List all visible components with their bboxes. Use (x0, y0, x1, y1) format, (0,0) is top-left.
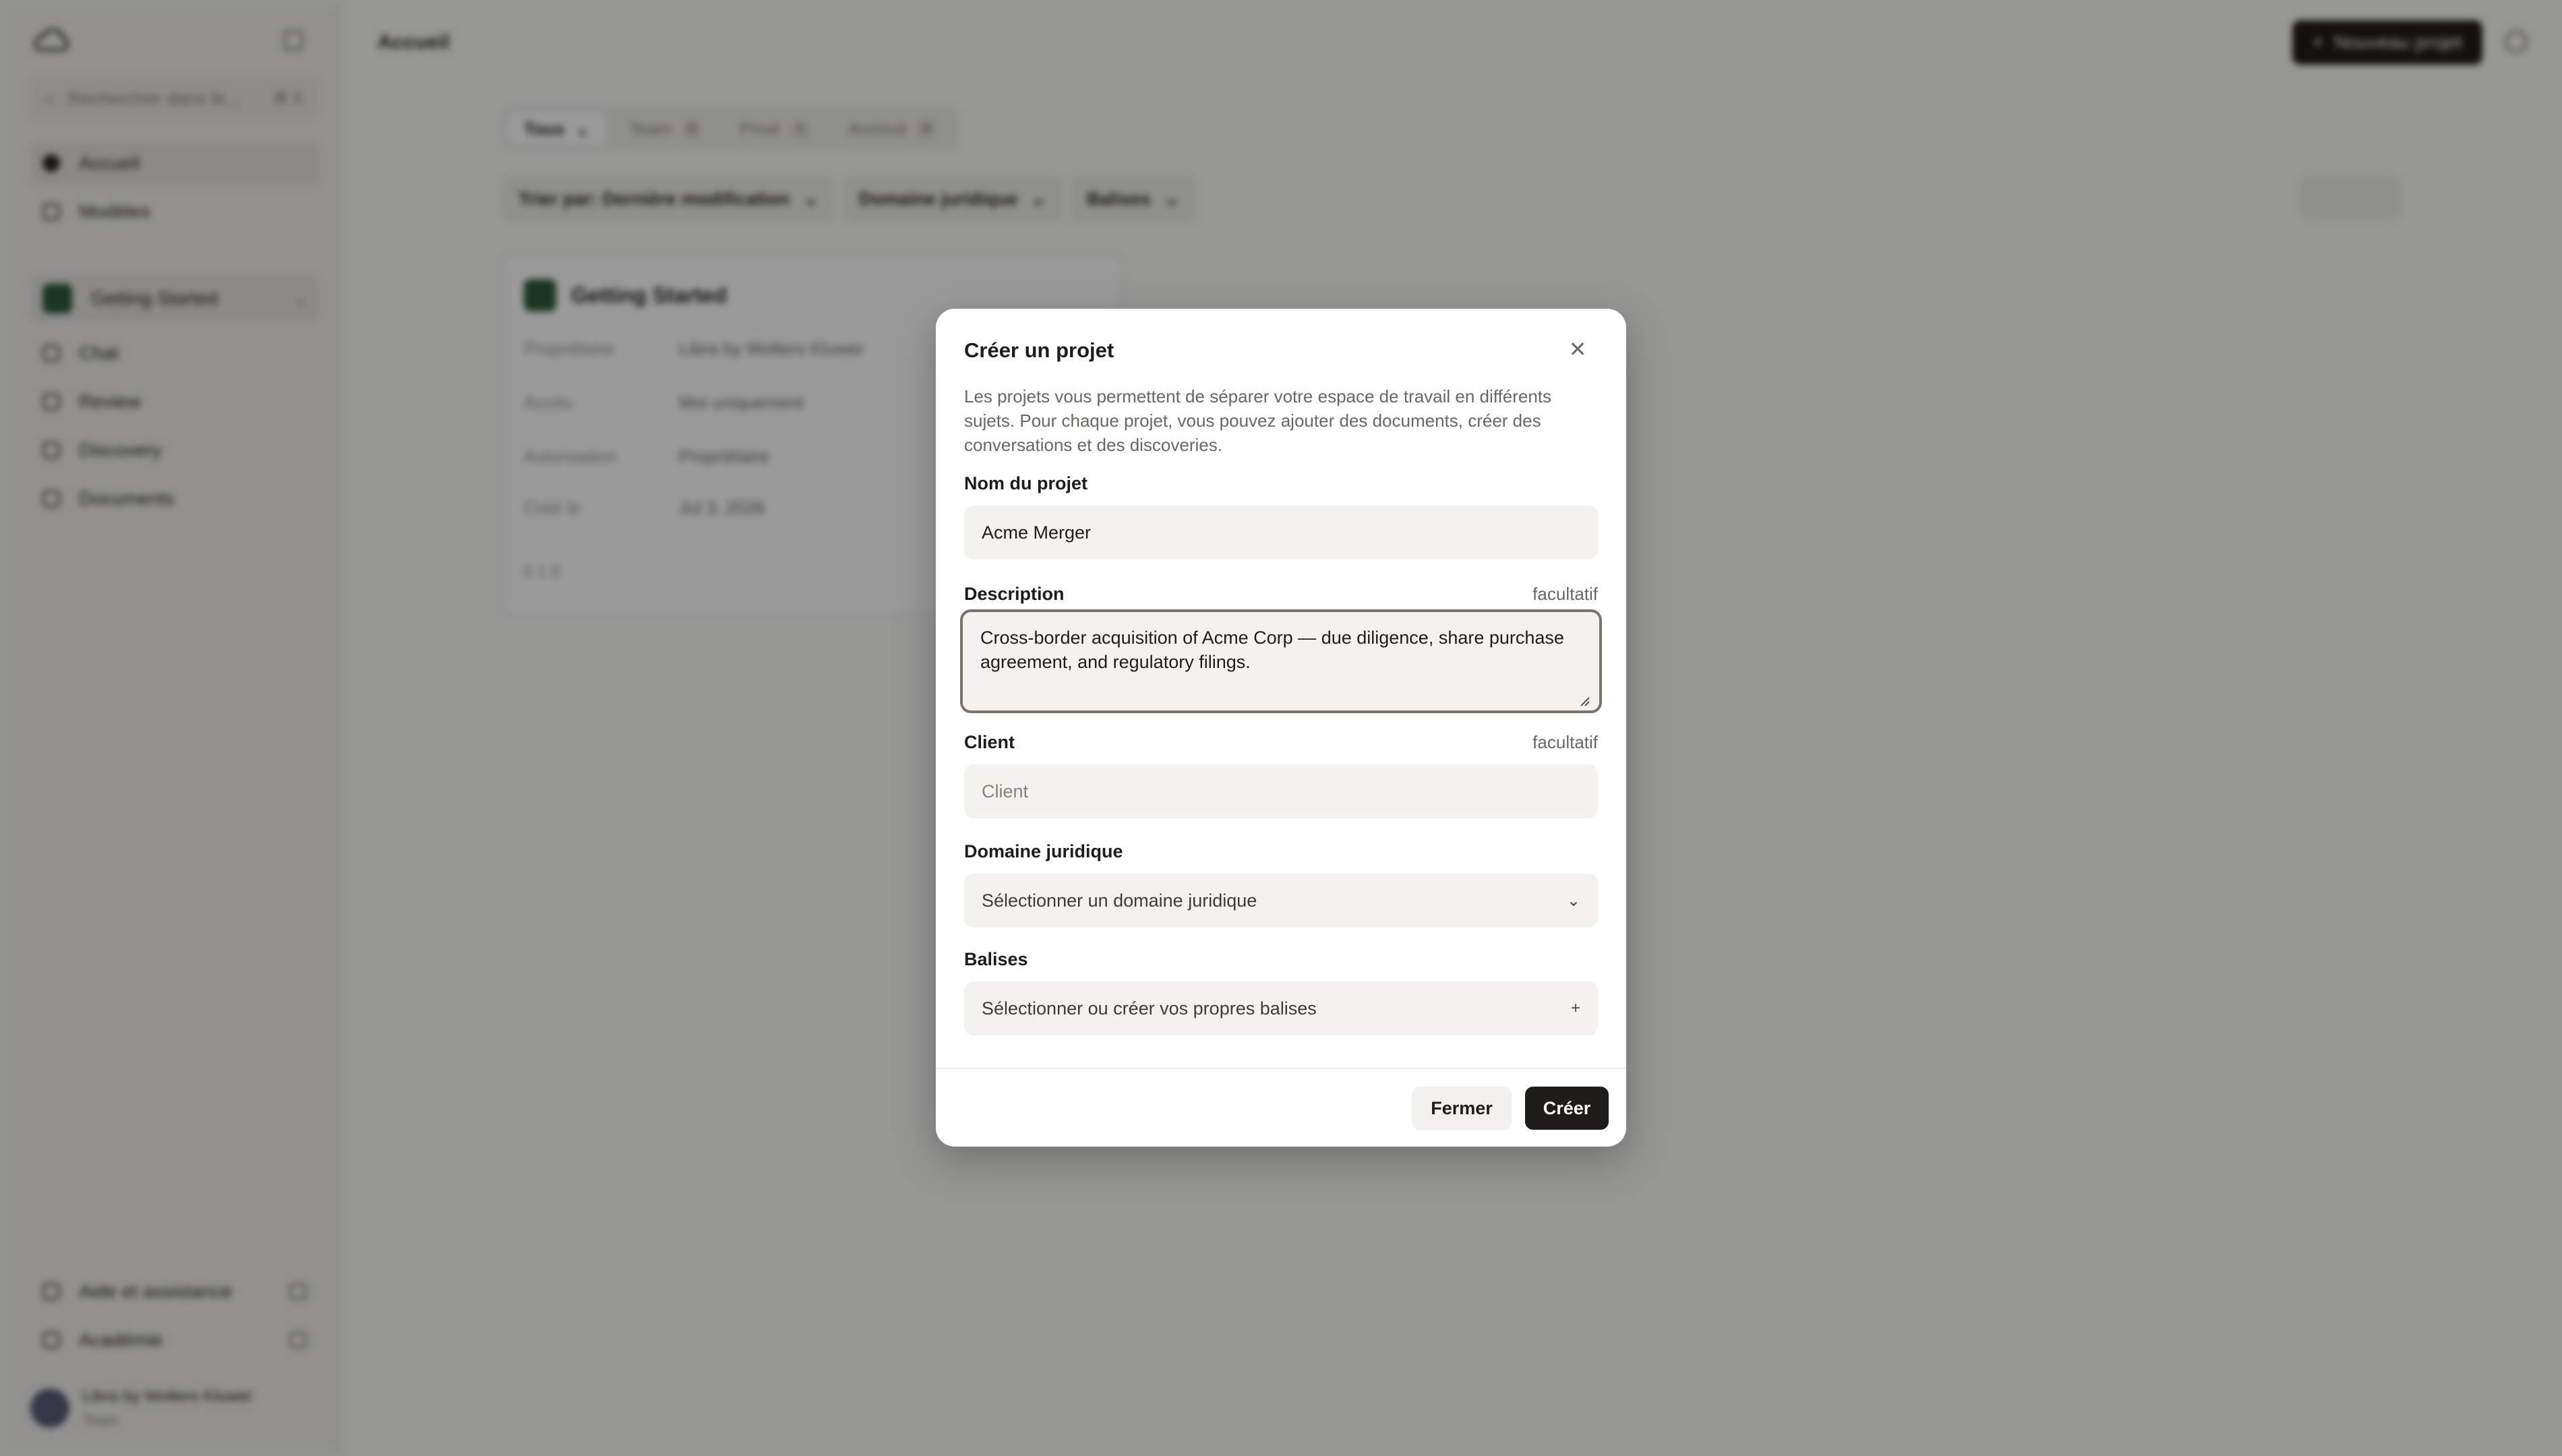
client-optional-label: facultatif (1532, 732, 1598, 752)
create-project-dialog: Créer un projet ✕ Les projets vous perme… (936, 309, 1626, 1147)
client-label: Client (964, 732, 1015, 752)
project-name-label: Nom du projet (964, 473, 1088, 493)
close-button[interactable]: Fermer (1412, 1087, 1512, 1130)
legal-domain-label: Domaine juridique (964, 841, 1123, 861)
chevron-down-icon: ⌄ (1566, 891, 1580, 910)
legal-domain-select[interactable]: Sélectionner un domaine juridique ⌄ (964, 874, 1598, 928)
dialog-description: Les projets vous permettent de séparer v… (964, 386, 1552, 455)
resize-handle-icon[interactable] (1579, 696, 1590, 706)
description-optional-label: facultatif (1532, 584, 1598, 604)
legal-domain-value: Sélectionner un domaine juridique (982, 890, 1257, 911)
close-icon[interactable]: ✕ (1564, 336, 1591, 363)
client-input[interactable] (964, 764, 1598, 818)
tags-value: Sélectionner ou créer vos propres balise… (982, 998, 1317, 1019)
dialog-footer-divider (936, 1068, 1626, 1069)
description-label: Description (964, 584, 1065, 604)
description-textarea[interactable]: Cross-border acquisition of Acme Corp — … (960, 609, 1602, 713)
project-name-input[interactable] (964, 506, 1598, 559)
dialog-title: Créer un projet (964, 338, 1114, 362)
create-button[interactable]: Créer (1525, 1087, 1609, 1130)
tags-label: Balises (964, 949, 1028, 969)
tags-select[interactable]: Sélectionner ou créer vos propres balise… (964, 981, 1598, 1035)
plus-icon: + (1570, 999, 1580, 1017)
